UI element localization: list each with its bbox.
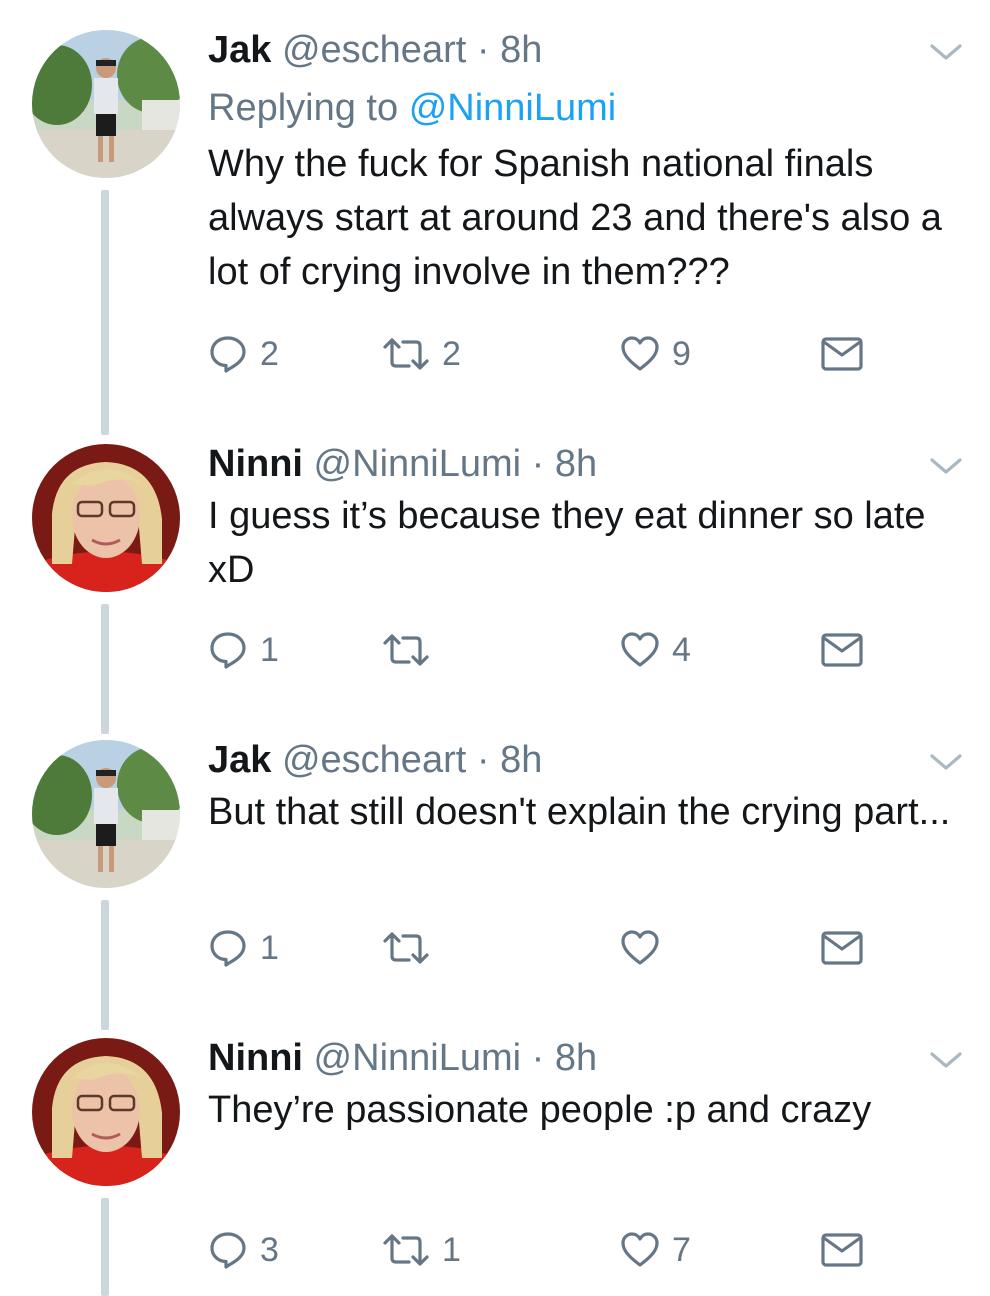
reply-icon <box>208 334 248 374</box>
author-handle[interactable]: @NinniLumi <box>314 1037 522 1079</box>
tweet-header: Ninni @NinniLumi · 8h <box>208 440 597 488</box>
dm-icon <box>820 630 864 670</box>
like-icon <box>620 928 660 968</box>
chevron-down-icon[interactable] <box>928 454 964 478</box>
thread-line <box>101 604 109 734</box>
tweet-actions: 1 <box>208 924 908 972</box>
dm-button[interactable] <box>820 1226 864 1274</box>
tweet-header: Jak @escheart · 8h <box>208 736 542 784</box>
like-icon <box>620 334 660 374</box>
thread-line <box>101 190 109 435</box>
replying-to: Replying to @NinniLumi <box>208 84 616 132</box>
dm-button[interactable] <box>820 330 864 378</box>
like-icon <box>620 630 660 670</box>
author-name[interactable]: Ninni <box>208 1037 303 1079</box>
like-button[interactable]: 7 <box>620 1226 691 1274</box>
like-count: 7 <box>672 1230 691 1269</box>
timestamp[interactable]: · 8h <box>532 1037 597 1079</box>
retweet-icon <box>382 334 430 374</box>
retweet-icon <box>382 630 430 670</box>
avatar[interactable] <box>32 1038 180 1186</box>
tweet-actions: 1 4 <box>208 626 908 674</box>
retweet-button[interactable] <box>382 626 442 674</box>
tweet-header: Ninni @NinniLumi · 8h <box>208 1034 597 1082</box>
tweet-header: Jak @escheart · 8h <box>208 26 542 74</box>
avatar[interactable] <box>32 740 180 888</box>
like-count: 9 <box>672 334 691 373</box>
tweet-text: I guess it’s because they eat dinner so … <box>208 495 926 591</box>
reply-count: 2 <box>260 334 279 373</box>
retweet-icon <box>382 1230 430 1270</box>
timestamp[interactable]: · 8h <box>477 29 542 71</box>
retweet-button[interactable]: 2 <box>382 330 461 378</box>
dm-icon <box>820 1230 864 1270</box>
avatar[interactable] <box>32 30 180 178</box>
ninni-avatar-image <box>32 444 180 592</box>
replying-to-handle[interactable]: @NinniLumi <box>409 87 617 129</box>
reply-icon <box>208 1230 248 1270</box>
like-icon <box>620 1230 660 1270</box>
like-button[interactable]: 9 <box>620 330 691 378</box>
tweet-actions: 3 1 7 <box>208 1226 908 1274</box>
jak-avatar-image <box>32 740 180 888</box>
author-name[interactable]: Ninni <box>208 443 303 485</box>
reply-icon <box>208 630 248 670</box>
tweet-text: Why the fuck for Spanish national finals… <box>208 143 942 293</box>
avatar[interactable] <box>32 444 180 592</box>
reply-icon <box>208 928 248 968</box>
tweet-actions: 2 2 9 <box>208 330 908 378</box>
reply-button[interactable]: 1 <box>208 924 279 972</box>
like-button[interactable]: 4 <box>620 626 691 674</box>
author-name[interactable]: Jak <box>208 29 271 71</box>
dm-icon <box>820 334 864 374</box>
timestamp[interactable]: · 8h <box>532 443 597 485</box>
dm-button[interactable] <box>820 626 864 674</box>
author-handle[interactable]: @escheart <box>282 29 466 71</box>
dm-button[interactable] <box>820 924 864 972</box>
author-handle[interactable]: @NinniLumi <box>314 443 522 485</box>
tweet-text: But that still doesn't explain the cryin… <box>208 791 951 833</box>
like-count: 4 <box>672 630 691 669</box>
reply-button[interactable]: 3 <box>208 1226 279 1274</box>
replying-to-label: Replying to <box>208 87 399 129</box>
chevron-down-icon[interactable] <box>928 1048 964 1072</box>
reply-button[interactable]: 1 <box>208 626 279 674</box>
reply-count: 1 <box>260 928 279 967</box>
retweet-button[interactable]: 1 <box>382 1226 461 1274</box>
retweet-button[interactable] <box>382 924 442 972</box>
thread-line <box>101 1198 109 1296</box>
reply-count: 1 <box>260 630 279 669</box>
like-button[interactable] <box>620 924 672 972</box>
author-handle[interactable]: @escheart <box>282 739 466 781</box>
thread-line <box>101 900 109 1030</box>
chevron-down-icon[interactable] <box>928 40 964 64</box>
retweet-count: 2 <box>442 334 461 373</box>
timestamp[interactable]: · 8h <box>477 739 542 781</box>
reply-count: 3 <box>260 1230 279 1269</box>
author-name[interactable]: Jak <box>208 739 271 781</box>
dm-icon <box>820 928 864 968</box>
retweet-count: 1 <box>442 1230 461 1269</box>
jak-avatar-image <box>32 30 180 178</box>
chevron-down-icon[interactable] <box>928 750 964 774</box>
reply-button[interactable]: 2 <box>208 330 279 378</box>
retweet-icon <box>382 928 430 968</box>
tweet-text: They’re passionate people :p and crazy <box>208 1089 872 1131</box>
ninni-avatar-image <box>32 1038 180 1186</box>
